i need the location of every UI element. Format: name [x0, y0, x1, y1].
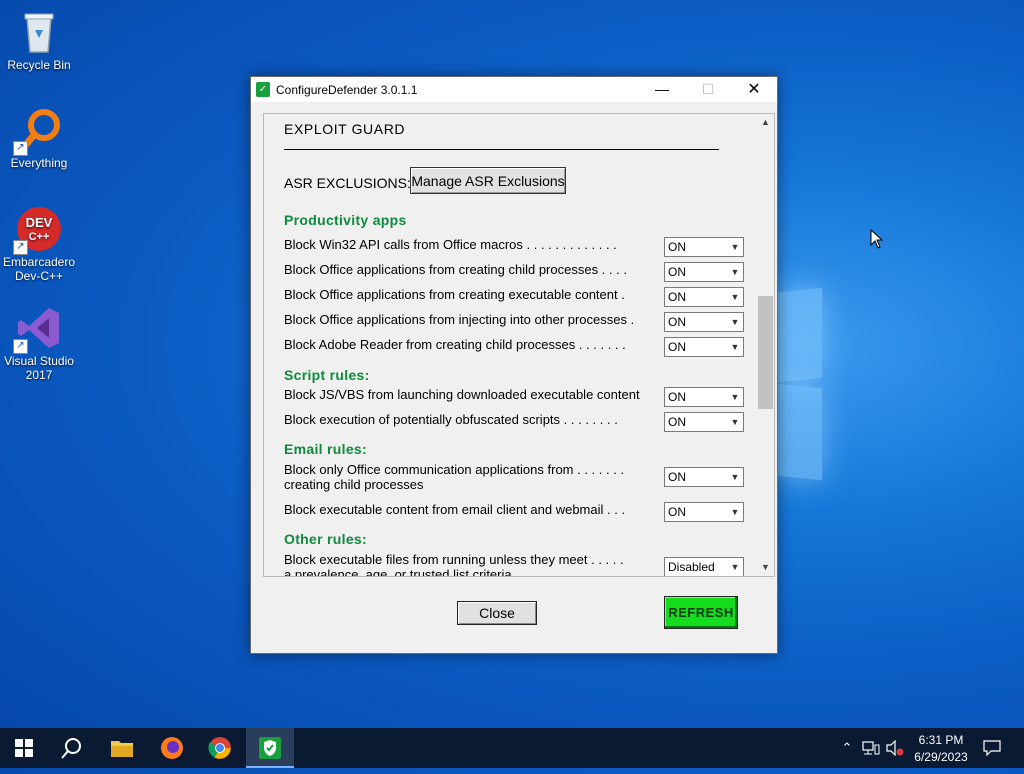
desktop-icon-label: Visual Studio 2017 [4, 354, 74, 382]
rule-label: Block only Office communication applicat… [284, 462, 625, 492]
category-productivity-apps: Productivity apps [284, 212, 407, 228]
rule-dropdown[interactable]: ON ▼ [664, 337, 744, 357]
rule-label: Block Office applications from creating … [284, 262, 627, 277]
rule-dropdown[interactable]: ON ▼ [664, 262, 744, 282]
desktop-icon-visual-studio[interactable]: ↗ Visual Studio 2017 [1, 304, 77, 382]
rule-label: Block execution of potentially obfuscate… [284, 412, 618, 427]
refresh-button[interactable]: REFRESH [664, 596, 738, 629]
shortcut-arrow-icon: ↗ [13, 240, 28, 255]
manage-asr-exclusions-button[interactable]: Manage ASR Exclusions [410, 167, 566, 194]
action-center-icon[interactable] [980, 728, 1004, 768]
rule-label: Block Win32 API calls from Office macros… [284, 237, 617, 252]
category-email-rules: Email rules: [284, 441, 367, 457]
configure-defender-window: ✓ ConfigureDefender 3.0.1.1 — ☐ ✕ EXPLOI… [250, 76, 778, 654]
chevron-down-icon: ▼ [730, 507, 740, 517]
shield-check-icon [259, 737, 281, 759]
exploit-guard-panel: EXPLOIT GUARD ASR EXCLUSIONS: Manage ASR… [264, 114, 757, 576]
recycle-bin-icon [15, 8, 63, 56]
start-button[interactable] [0, 728, 48, 768]
shortcut-arrow-icon: ↗ [13, 339, 28, 354]
show-hidden-icons-chevron-icon[interactable]: ⌃ [838, 728, 856, 768]
visual-studio-icon: ↗ [13, 304, 63, 354]
rule-label: Block executable content from email clie… [284, 502, 626, 517]
scroll-down-arrow-icon[interactable]: ▼ [757, 559, 774, 576]
windows-logo-wallpaper-upper [778, 287, 822, 383]
close-window-button[interactable]: ✕ [731, 77, 777, 102]
desktop-icon-label: Recycle Bin [7, 58, 71, 72]
rule-dropdown[interactable]: Disabled ▼ [664, 557, 744, 576]
system-clock[interactable]: 6:31 PM 6/29/2023 [906, 732, 976, 765]
scrollbar-thumb[interactable] [758, 296, 773, 409]
desktop-icon-devcpp[interactable]: DEV C++ ↗ Embarcadero Dev-C++ [1, 205, 77, 283]
rule-label: Block Adobe Reader from creating child p… [284, 337, 626, 352]
taskbar-firefox[interactable] [148, 728, 196, 768]
search-icon [61, 738, 81, 759]
shield-check-icon: ✓ [256, 82, 270, 97]
chevron-down-icon: ▼ [730, 472, 740, 482]
chrome-icon [208, 737, 231, 759]
rule-dropdown[interactable]: ON ▼ [664, 387, 744, 407]
svg-text:C++: C++ [29, 231, 50, 243]
taskbar-file-explorer[interactable] [98, 728, 146, 768]
taskbar-chrome[interactable] [196, 728, 244, 768]
maximize-button[interactable]: ☐ [685, 77, 731, 102]
search-magnifier-icon: ↗ [13, 106, 63, 156]
desktop-icon-label: Embarcadero Dev-C++ [2, 255, 76, 283]
desktop-icon-recycle-bin[interactable]: Recycle Bin [1, 8, 77, 72]
section-divider [284, 149, 719, 150]
windows-logo-wallpaper-lower [778, 383, 822, 481]
mouse-cursor-icon [870, 229, 884, 249]
chevron-down-icon: ▼ [730, 562, 740, 572]
rule-dropdown[interactable]: ON ▼ [664, 467, 744, 487]
rule-dropdown[interactable]: ON ▼ [664, 312, 744, 332]
scroll-panel[interactable]: EXPLOIT GUARD ASR EXCLUSIONS: Manage ASR… [263, 113, 775, 577]
rule-dropdown[interactable]: ON ▼ [664, 412, 744, 432]
rule-label: Block executable files from running unle… [284, 552, 624, 577]
vertical-scrollbar[interactable]: ▲ ▼ [757, 114, 774, 576]
taskbar: ⌃ 6:31 PM 6/29/2023 [0, 728, 1024, 768]
shortcut-arrow-icon: ↗ [13, 141, 28, 156]
taskbar-search-button[interactable] [48, 728, 96, 768]
rule-label: Block Office applications from creating … [284, 287, 625, 302]
folder-icon [111, 741, 133, 757]
clock-time: 6:31 PM [918, 733, 964, 747]
taskbar-configure-defender[interactable] [246, 728, 294, 768]
chevron-down-icon: ▼ [730, 242, 740, 252]
rule-label: Block Office applications from injecting… [284, 312, 635, 327]
chevron-down-icon: ▼ [730, 342, 740, 352]
section-title: EXPLOIT GUARD [284, 121, 406, 137]
category-other-rules: Other rules: [284, 531, 367, 547]
rule-label: Block JS/VBS from launching downloaded e… [284, 387, 640, 402]
chevron-down-icon: ▼ [730, 317, 740, 327]
windows-start-icon [15, 739, 33, 757]
volume-muted-icon[interactable] [884, 728, 906, 768]
scroll-up-arrow-icon[interactable]: ▲ [757, 114, 774, 131]
desktop-icon-label: Everything [10, 156, 68, 170]
title-bar[interactable]: ✓ ConfigureDefender 3.0.1.1 — ☐ ✕ [251, 77, 777, 102]
window-title: ConfigureDefender 3.0.1.1 [276, 83, 418, 97]
desktop-icon-everything[interactable]: ↗ Everything [1, 106, 77, 170]
asr-exclusions-label: ASR EXCLUSIONS: [284, 175, 411, 191]
chevron-down-icon: ▼ [730, 292, 740, 302]
firefox-icon [161, 737, 183, 759]
close-button[interactable]: Close [457, 601, 537, 625]
devcpp-icon: DEV C++ ↗ [13, 205, 63, 255]
rule-dropdown[interactable]: ON ▼ [664, 287, 744, 307]
rule-dropdown[interactable]: ON ▼ [664, 237, 744, 257]
chevron-down-icon: ▼ [730, 392, 740, 402]
chevron-down-icon: ▼ [730, 267, 740, 277]
rule-dropdown[interactable]: ON ▼ [664, 502, 744, 522]
minimize-button[interactable]: — [639, 77, 685, 102]
svg-text:DEV: DEV [26, 215, 53, 230]
category-script-rules: Script rules: [284, 367, 370, 383]
network-icon[interactable] [860, 728, 882, 768]
chevron-down-icon: ▼ [730, 417, 740, 427]
clock-date: 6/29/2023 [914, 750, 968, 764]
